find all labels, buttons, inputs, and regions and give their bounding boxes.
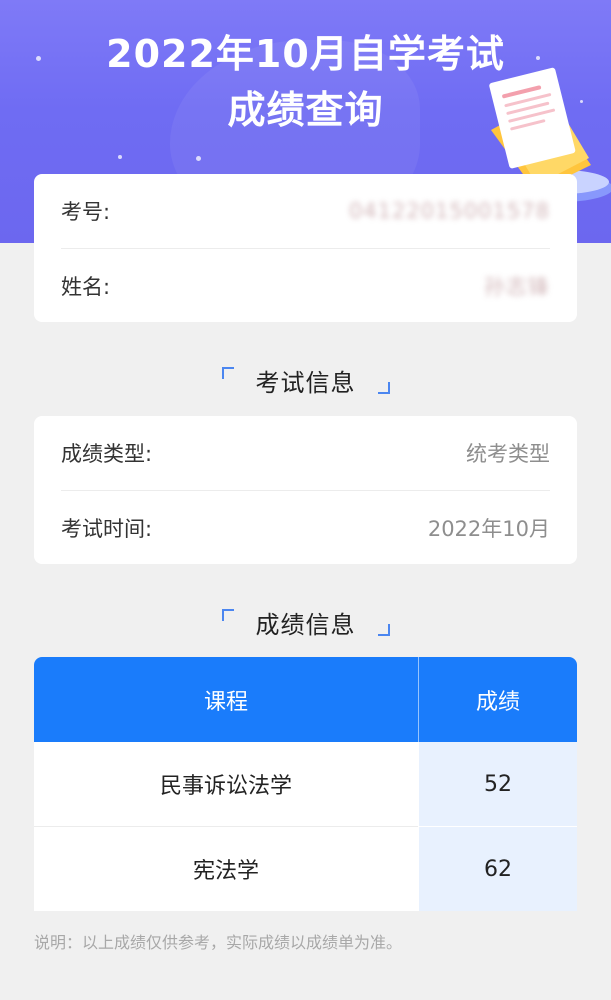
column-header-course: 课程 xyxy=(203,689,248,715)
exam-number-row: 考号: 04122015001578 xyxy=(61,174,550,248)
course-cell: 宪法学 xyxy=(34,827,418,911)
score-info-heading: 成绩信息 xyxy=(0,602,611,642)
score-table: 课程 成绩 民事诉讼法学 52 宪法学 62 xyxy=(34,657,577,911)
table-header: 课程 成绩 xyxy=(34,657,577,742)
bracket-left-icon xyxy=(221,367,234,379)
name-value: 孙志锋 xyxy=(484,274,550,299)
exam-info-card: 成绩类型: 统考类型 考试时间: 2022年10月 xyxy=(34,416,577,564)
bracket-left-icon xyxy=(221,609,234,621)
column-header-score: 成绩 xyxy=(475,689,520,715)
score-cell: 52 xyxy=(419,742,577,826)
score-type-value: 统考类型 xyxy=(466,442,550,466)
sparkle-dot xyxy=(118,155,122,159)
score-type-row: 成绩类型: 统考类型 xyxy=(61,416,550,490)
name-label: 姓名: xyxy=(61,274,111,299)
bracket-right-icon xyxy=(377,624,390,636)
exam-time-label: 考试时间: xyxy=(61,516,153,541)
table-row: 宪法学 62 xyxy=(34,827,577,911)
bracket-right-icon xyxy=(377,382,390,394)
exam-number-value: 04122015001578 xyxy=(348,199,550,223)
candidate-info-card: 考号: 04122015001578 姓名: 孙志锋 xyxy=(34,174,577,322)
disclaimer-note: 说明：以上成绩仅供参考，实际成绩以成绩单为准。 xyxy=(34,933,403,952)
exam-info-heading: 考试信息 xyxy=(0,360,611,400)
exam-info-title: 考试信息 xyxy=(255,368,356,397)
table-row: 民事诉讼法学 52 xyxy=(34,742,577,826)
score-info-title: 成绩信息 xyxy=(255,610,356,639)
exam-time-row: 考试时间: 2022年10月 xyxy=(61,490,550,564)
name-row: 姓名: 孙志锋 xyxy=(61,248,550,322)
score-cell: 62 xyxy=(419,827,577,911)
exam-time-value: 2022年10月 xyxy=(427,516,550,541)
exam-number-label: 考号: xyxy=(61,200,111,224)
score-type-label: 成绩类型: xyxy=(61,442,153,466)
sparkle-dot xyxy=(196,156,201,161)
course-cell: 民事诉讼法学 xyxy=(34,742,418,826)
